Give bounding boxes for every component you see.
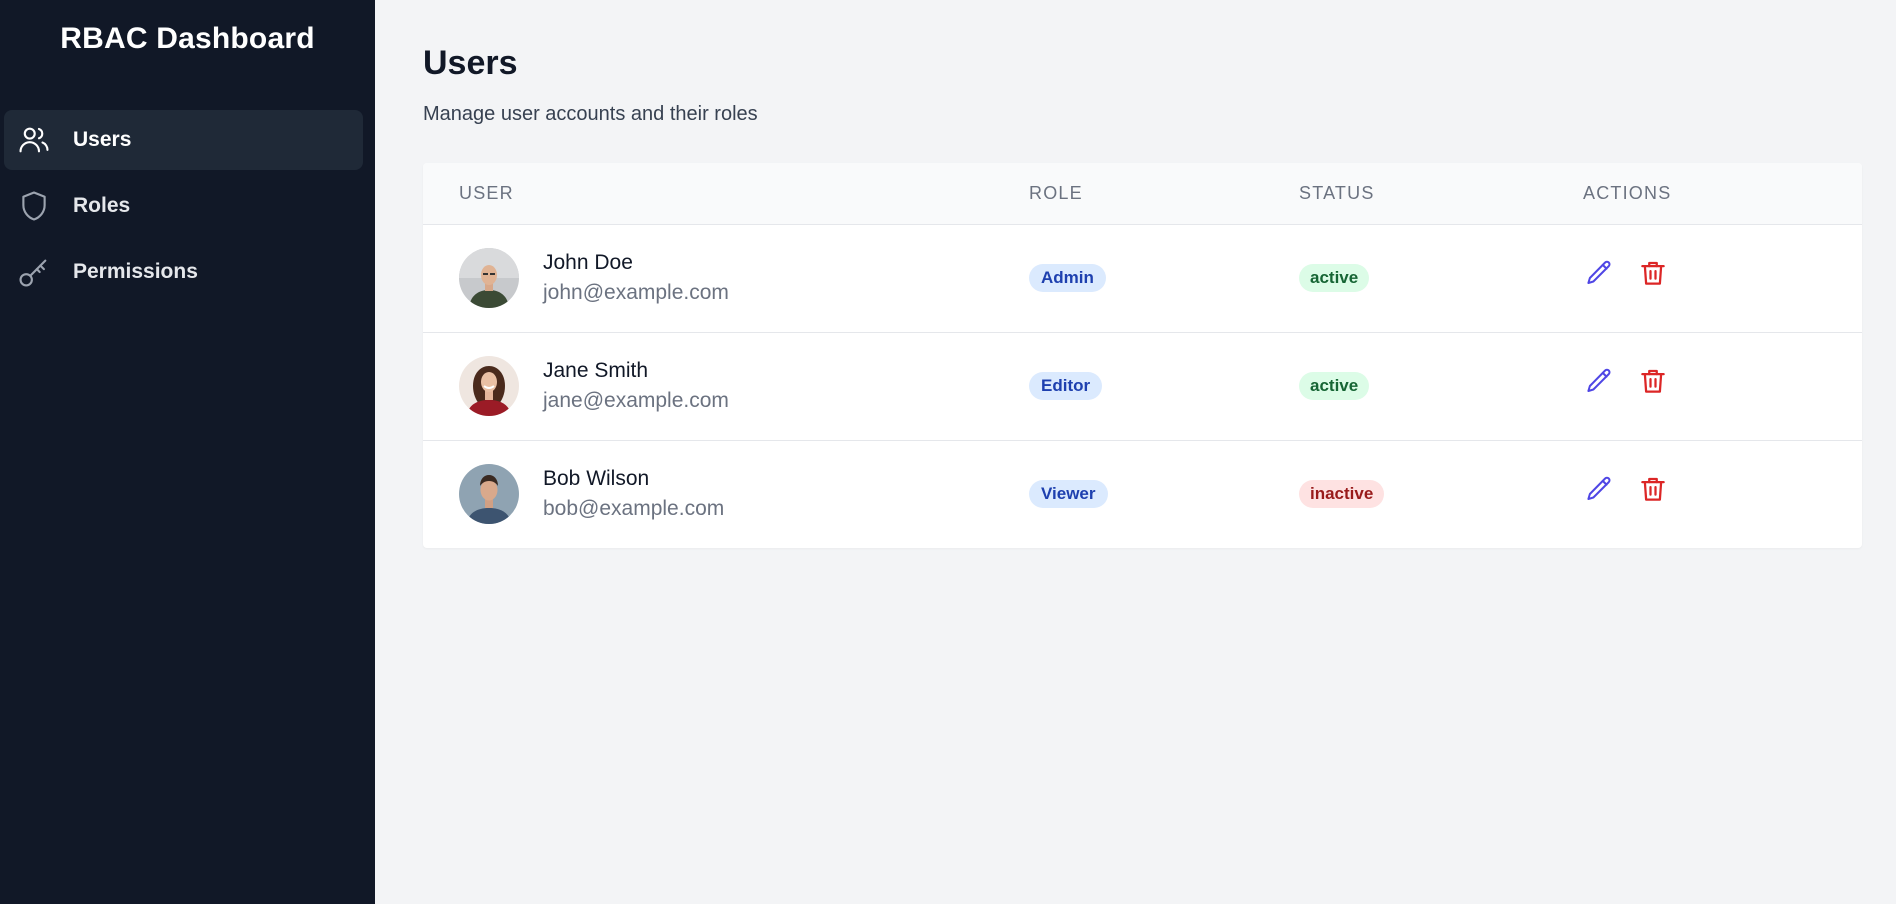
role-cell: Editor bbox=[1029, 332, 1299, 440]
table-row: John Doe john@example.com Admin active bbox=[423, 224, 1862, 332]
pencil-icon bbox=[1584, 366, 1614, 399]
avatar bbox=[459, 356, 519, 416]
table-header-row: USER ROLE STATUS ACTIONS bbox=[423, 163, 1862, 225]
sidebar-item-label: Roles bbox=[73, 194, 131, 217]
users-table-card: USER ROLE STATUS ACTIONS John Doe john@e… bbox=[423, 163, 1862, 548]
page-subtitle: Manage user accounts and their roles bbox=[423, 103, 758, 125]
trash-icon bbox=[1638, 366, 1668, 399]
avatar bbox=[459, 248, 519, 308]
main-content: Users Manage user accounts and their rol… bbox=[375, 0, 1896, 904]
avatar bbox=[459, 464, 519, 525]
user-cell: John Doe john@example.com bbox=[423, 224, 1029, 332]
edit-button[interactable] bbox=[1583, 474, 1615, 506]
users-table: USER ROLE STATUS ACTIONS John Doe john@e… bbox=[423, 163, 1862, 548]
column-header-status: STATUS bbox=[1299, 163, 1583, 225]
status-badge: inactive bbox=[1299, 480, 1385, 509]
trash-icon bbox=[1638, 258, 1668, 291]
edit-button[interactable] bbox=[1583, 366, 1615, 398]
sidebar-item-permissions[interactable]: Permissions bbox=[4, 242, 363, 302]
user-email: bob@example.com bbox=[543, 497, 725, 521]
role-badge: Admin bbox=[1029, 264, 1106, 292]
user-email: john@example.com bbox=[543, 281, 729, 304]
role-cell: Admin bbox=[1029, 224, 1299, 332]
app-root: RBAC Dashboard Users Roles Permissions U… bbox=[0, 0, 1896, 904]
column-header-actions: ACTIONS bbox=[1583, 163, 1862, 225]
delete-button[interactable] bbox=[1637, 366, 1669, 398]
user-email: jane@example.com bbox=[543, 389, 729, 412]
sidebar-item-roles[interactable]: Roles bbox=[4, 176, 363, 236]
user-cell: Bob Wilson bob@example.com bbox=[423, 440, 1029, 548]
column-header-user: USER bbox=[423, 163, 1029, 225]
sidebar-nav: Users Roles Permissions bbox=[0, 110, 375, 302]
actions-cell bbox=[1583, 440, 1862, 548]
edit-button[interactable] bbox=[1583, 258, 1615, 290]
role-cell: Viewer bbox=[1029, 440, 1299, 548]
shield-icon bbox=[16, 188, 52, 224]
user-cell: Jane Smith jane@example.com bbox=[423, 332, 1029, 440]
pencil-icon bbox=[1584, 474, 1614, 507]
sidebar: RBAC Dashboard Users Roles Permissions bbox=[0, 0, 375, 904]
role-badge: Viewer bbox=[1029, 480, 1108, 509]
status-cell: active bbox=[1299, 224, 1583, 332]
user-name: Jane Smith bbox=[543, 359, 649, 382]
status-badge: active bbox=[1299, 372, 1370, 400]
sidebar-item-label: Permissions bbox=[73, 260, 198, 283]
key-icon bbox=[16, 254, 52, 290]
sidebar-item-users[interactable]: Users bbox=[4, 110, 363, 170]
delete-button[interactable] bbox=[1637, 474, 1669, 506]
user-name: John Doe bbox=[543, 251, 633, 274]
app-title: RBAC Dashboard bbox=[60, 22, 315, 55]
column-header-role: ROLE bbox=[1029, 163, 1299, 225]
trash-icon bbox=[1638, 474, 1668, 507]
actions-cell bbox=[1583, 224, 1862, 332]
page-title: Users bbox=[423, 44, 518, 82]
users-icon bbox=[16, 122, 52, 158]
status-cell: inactive bbox=[1299, 440, 1583, 548]
user-name: Bob Wilson bbox=[543, 467, 650, 491]
delete-button[interactable] bbox=[1637, 258, 1669, 290]
status-badge: active bbox=[1299, 264, 1370, 292]
table-row: Bob Wilson bob@example.com Viewer inacti… bbox=[423, 440, 1862, 548]
status-cell: active bbox=[1299, 332, 1583, 440]
pencil-icon bbox=[1584, 258, 1614, 291]
sidebar-item-label: Users bbox=[73, 128, 132, 151]
table-row: Jane Smith jane@example.com Editor activ… bbox=[423, 332, 1862, 440]
actions-cell bbox=[1583, 332, 1862, 440]
role-badge: Editor bbox=[1029, 372, 1103, 400]
